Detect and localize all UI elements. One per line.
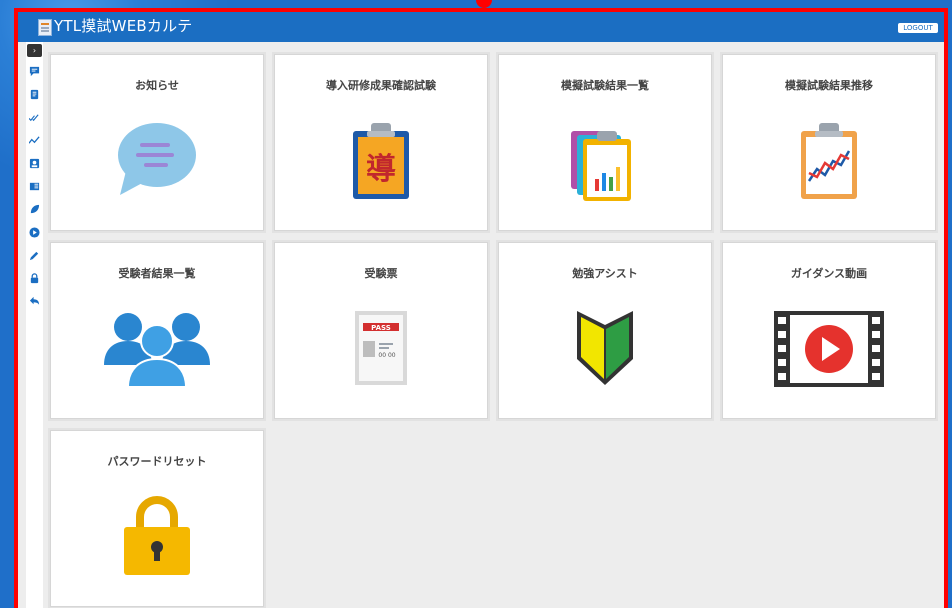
ticket-number: 00 00 [378,352,395,359]
tile-notice[interactable]: お知らせ [50,54,264,231]
id-card-icon [29,158,40,169]
trend-icon [29,136,40,144]
tile-mock-results-trend[interactable]: 模擬試験結果推移 [722,54,936,231]
pencil-icon [29,251,39,261]
app-header: YTL摸試WEBカルテ LOGOUT [18,12,944,42]
stacked-reports-icon [571,131,631,201]
clipboard-icon: 導 [353,123,409,199]
sidebar-item-edit[interactable] [26,245,43,268]
tile-guidance-video[interactable]: ガイダンス動画 [722,242,936,419]
tile-label: 受験者結果一覧 [118,267,196,280]
sidebar-item-password-reset[interactable] [26,268,43,291]
tile-label: 受験票 [364,267,398,280]
padlock-icon [124,496,190,575]
sidebar-toggle-button[interactable]: › [27,44,42,57]
tile-label: 導入研修成果確認試験 [326,79,436,92]
sidebar-item-mock-results-list[interactable] [26,107,43,130]
exam-ticket-icon: PASS 00 00 [355,311,407,385]
chat-icon [29,66,40,77]
play-icon [29,227,40,238]
video-film-icon [774,311,884,387]
sidebar-item-examinee-results[interactable] [26,153,43,176]
beginner-mark-icon [577,311,633,385]
logout-button[interactable]: LOGOUT [898,23,938,33]
sidebar-item-study-assist[interactable] [26,199,43,222]
tile-label: 模擬試験結果一覧 [561,79,649,92]
tile-examinee-results-list[interactable]: 受験者結果一覧 [50,242,264,419]
tile-label: 勉強アシスト [572,267,638,280]
tile-label: パスワードリセット [107,455,207,468]
document-logo-icon [38,19,52,36]
sidebar: › [26,42,43,608]
users-group-icon [104,313,210,388]
sidebar-item-guidance-video[interactable] [26,222,43,245]
tile-label: ガイダンス動画 [790,267,868,280]
leaf-icon [30,204,40,214]
speech-bubble-icon [118,123,196,195]
tile-password-reset[interactable]: パスワードリセット [50,430,264,607]
trend-clipboard-icon [801,123,857,199]
tile-training-test[interactable]: 導入研修成果確認試験 導 [274,54,488,231]
tile-exam-ticket[interactable]: 受験票 PASS 00 00 [274,242,488,419]
sidebar-item-exam-ticket[interactable] [26,176,43,199]
sidebar-item-training-test[interactable] [26,84,43,107]
sidebar-item-notice[interactable] [26,61,43,84]
sidebar-item-back[interactable] [26,291,43,314]
tile-mock-results-list[interactable]: 模擬試験結果一覧 [498,54,712,231]
tile-study-assist[interactable]: 勉強アシスト [498,242,712,419]
book-icon [29,182,40,191]
tile-label: お知らせ [135,79,179,92]
double-check-icon [29,114,39,122]
pass-label: PASS [371,324,391,332]
app-window: YTL摸試WEBカルテ LOGOUT › お知らせ 導入研修成果確認試験 導 模… [14,8,948,608]
document-icon [30,89,39,100]
sidebar-item-mock-results-trend[interactable] [26,130,43,153]
back-icon [29,296,40,305]
training-glyph: 導 [366,152,396,187]
app-title: YTL摸試WEBカルテ [54,17,193,35]
tile-label: 模擬試験結果推移 [785,79,873,92]
lock-icon [30,273,39,284]
